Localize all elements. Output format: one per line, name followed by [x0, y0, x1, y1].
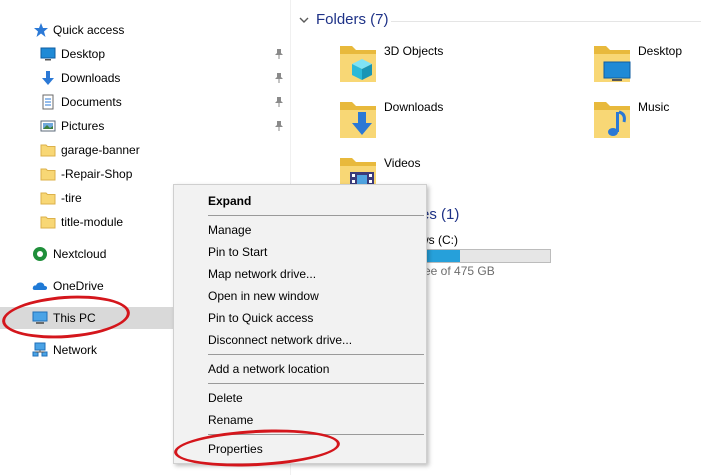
nav-label: Downloads — [61, 71, 121, 85]
folder-downloads[interactable]: Downloads — [338, 98, 538, 148]
context-menu: Expand Manage Pin to Start Map network d… — [173, 184, 427, 464]
menu-separator — [208, 434, 424, 435]
menu-item-open-new-window[interactable]: Open in new window — [174, 285, 426, 307]
menu-item-pin-quick-access[interactable]: Pin to Quick access — [174, 307, 426, 329]
folder-music[interactable]: Music — [592, 98, 701, 148]
drive-free-space: ree of 475 GB — [420, 264, 495, 278]
menu-item-add-network-location[interactable]: Add a network location — [174, 358, 426, 380]
folder-icon — [40, 216, 56, 229]
nextcloud-icon — [33, 247, 47, 261]
menu-item-delete[interactable]: Delete — [174, 387, 426, 409]
nav-label: -tire — [61, 191, 82, 205]
nav-label: Quick access — [53, 23, 125, 37]
pin-icon[interactable] — [274, 96, 284, 108]
folder-desktop[interactable]: Desktop — [592, 42, 701, 92]
nav-label: Documents — [61, 95, 122, 109]
menu-item-properties[interactable]: Properties — [174, 438, 426, 460]
nav-label: Nextcloud — [53, 247, 107, 261]
nav-label: title-module — [61, 215, 124, 229]
nav-label: This PC — [53, 311, 96, 325]
chevron-down-icon — [299, 17, 309, 23]
pin-icon[interactable] — [274, 72, 284, 84]
menu-separator — [208, 354, 424, 355]
onedrive-cloud-icon — [32, 282, 48, 290]
folder-icon — [40, 192, 56, 205]
folder-name: Downloads — [384, 100, 444, 114]
menu-item-manage[interactable]: Manage — [174, 219, 426, 241]
nav-label: Desktop — [61, 47, 106, 61]
drive-usage-bar — [420, 249, 551, 263]
nav-label: Network — [53, 343, 98, 357]
folder-3d-objects[interactable]: 3D Objects — [338, 42, 538, 92]
nav-label: garage-banner — [61, 143, 140, 157]
this-pc-icon — [32, 311, 48, 324]
menu-separator — [208, 383, 424, 384]
menu-separator — [208, 215, 424, 216]
menu-item-map-network-drive[interactable]: Map network drive... — [174, 263, 426, 285]
downloads-icon — [42, 71, 54, 85]
folder-icon — [40, 168, 56, 181]
music-folder-icon — [594, 102, 630, 138]
pin-icon[interactable] — [274, 120, 284, 132]
desktop-icon — [40, 47, 56, 61]
section-title: Folders (7) — [316, 11, 389, 28]
documents-icon — [42, 94, 54, 110]
network-icon — [32, 342, 48, 357]
3d-objects-folder-icon — [340, 46, 376, 82]
nav-label: Pictures — [61, 119, 105, 133]
pictures-icon — [40, 120, 56, 132]
nav-label: OneDrive — [53, 279, 104, 293]
menu-item-rename[interactable]: Rename — [174, 409, 426, 431]
downloads-folder-icon — [340, 102, 376, 138]
folder-name: Videos — [384, 156, 421, 170]
folder-name: Music — [638, 100, 670, 114]
desktop-folder-icon — [594, 46, 631, 82]
nav-label: -Repair-Shop — [61, 167, 133, 181]
folder-name: Desktop — [638, 44, 683, 58]
menu-item-pin-to-start[interactable]: Pin to Start — [174, 241, 426, 263]
star-icon — [34, 23, 48, 37]
folders-section-header[interactable]: Folders (7) — [298, 11, 389, 28]
section-divider — [391, 21, 701, 22]
pin-icon[interactable] — [274, 48, 284, 60]
folder-icon — [40, 144, 56, 157]
folder-name: 3D Objects — [384, 44, 444, 58]
menu-item-expand[interactable]: Expand — [174, 190, 426, 212]
menu-item-disconnect-network-drive[interactable]: Disconnect network drive... — [174, 329, 426, 351]
